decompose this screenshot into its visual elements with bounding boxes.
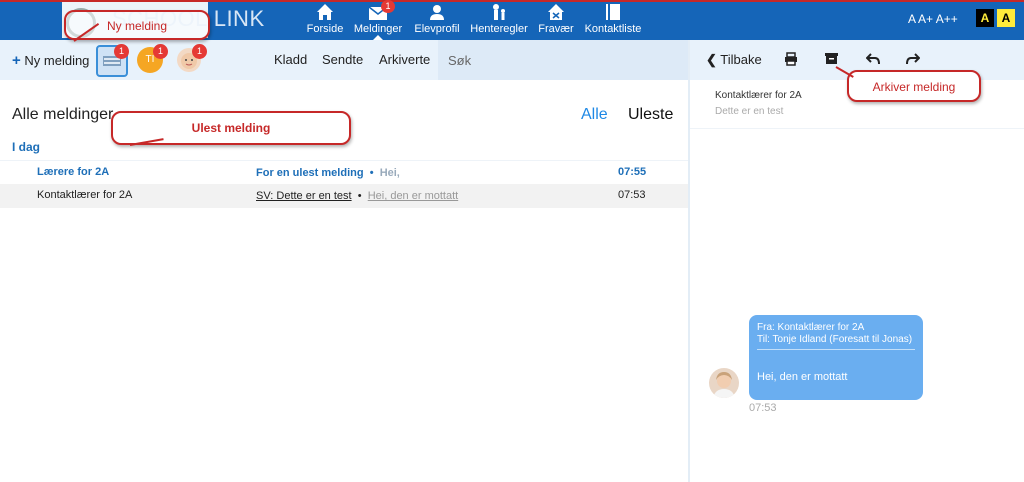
tab-arkiverte[interactable]: Arkiverte — [379, 52, 430, 67]
message-subject-line: SV: Dette er en test • Hei, den er motta… — [256, 190, 458, 202]
nav-henteregler[interactable]: Henteregler — [470, 0, 528, 40]
message-preview: Hei, den er mottatt — [367, 190, 459, 202]
nav-elevprofil[interactable]: Elevprofil — [412, 0, 462, 40]
separator: • — [369, 167, 374, 179]
bubble-to: Til: Tonje Idland (Foresatt til Jonas) — [757, 334, 913, 345]
back-label: Tilbake — [720, 52, 762, 67]
reply-button[interactable] — [865, 52, 880, 71]
nav-label: Kontaktliste — [584, 23, 642, 35]
pane-divider — [688, 40, 690, 482]
thread-preview: Dette er en test — [715, 106, 784, 117]
forward-icon — [906, 53, 921, 65]
avatar-ti-badge: 1 — [153, 44, 168, 59]
callout-archive: Arkiver melding — [847, 70, 981, 102]
filter-unread[interactable]: Uleste — [628, 106, 673, 124]
new-message-label: Ny melding — [24, 53, 90, 68]
message-preview: Hei, — [379, 167, 400, 179]
font-size-controls[interactable]: A A+ A++ — [908, 12, 958, 26]
tab-kladd[interactable]: Kladd — [274, 52, 307, 67]
nav-label: Forside — [306, 23, 344, 35]
contrast-dark-button[interactable]: A — [976, 9, 994, 27]
separator: • — [357, 190, 362, 202]
bubble-from: Fra: Kontaktlærer for 2A — [757, 322, 865, 333]
search-input[interactable] — [438, 40, 688, 80]
bubble-message: Hei, den er mottatt — [757, 371, 848, 383]
chevron-left-icon: ❮ — [706, 52, 717, 67]
bubble-time: 07:53 — [749, 402, 777, 414]
thread-from: Kontaktlærer for 2A — [715, 90, 802, 101]
message-from: Kontaktlærer for 2A — [37, 189, 133, 201]
book-icon — [606, 4, 620, 20]
message-row-read[interactable]: Kontaktlærer for 2A SV: Dette er en test… — [0, 184, 688, 208]
nav-kontaktliste[interactable]: Kontaktliste — [584, 0, 642, 40]
message-from: Lærere for 2A — [37, 166, 110, 178]
sender-avatar — [709, 368, 739, 398]
nav-meldinger[interactable]: Meldinger 1 — [353, 0, 403, 40]
plus-icon: + — [12, 52, 21, 69]
list-title: Alle meldinger — [12, 106, 114, 123]
filter-all[interactable]: Alle — [581, 106, 608, 124]
contrast-light-button[interactable]: A — [997, 9, 1015, 27]
message-row-unread[interactable]: Lærere for 2A For en ulest melding • Hei… — [0, 160, 688, 184]
bubble-meta: Fra: Kontaktlærer for 2A Til: Tonje Idla… — [757, 322, 912, 346]
tab-sendte[interactable]: Sendte — [322, 52, 363, 67]
back-button[interactable]: ❮ Tilbake — [706, 52, 762, 68]
thread-divider — [690, 128, 1024, 129]
nav-label: Elevprofil — [414, 23, 460, 35]
message-time: 07:53 — [618, 189, 646, 201]
pickup-icon — [493, 4, 505, 20]
message-time: 07:55 — [618, 166, 647, 178]
callout-new-message: Ny melding — [64, 10, 210, 40]
archive-icon — [825, 53, 838, 64]
print-icon — [785, 52, 797, 66]
nav-badge: 1 — [381, 0, 395, 13]
message-bubble: Fra: Kontaktlærer for 2A Til: Tonje Idla… — [749, 315, 923, 400]
message-subject: SV: Dette er en test — [256, 190, 352, 202]
new-message-button[interactable]: + Ny melding — [12, 52, 89, 69]
print-button[interactable] — [784, 52, 798, 71]
nav-label: Fravær — [538, 23, 574, 35]
nav-label: Henteregler — [470, 23, 528, 35]
nav-label: Meldinger — [353, 23, 403, 35]
avatar-child-badge: 1 — [192, 44, 207, 59]
person-icon — [430, 5, 444, 20]
section-header: I dag — [12, 140, 41, 154]
inbox-badge: 1 — [114, 44, 129, 59]
bubble-divider — [757, 349, 915, 350]
house-x-icon — [548, 4, 564, 20]
forward-button[interactable] — [906, 52, 921, 71]
nav-forside[interactable]: Forside — [304, 0, 346, 40]
nav-fravaer[interactable]: Fravær — [536, 0, 576, 40]
message-subject: For en ulest melding — [256, 167, 364, 179]
message-subject-line: For en ulest melding • Hei, — [256, 167, 400, 179]
reply-icon — [865, 53, 880, 65]
avatar-icon — [713, 372, 735, 398]
home-icon — [317, 4, 333, 20]
